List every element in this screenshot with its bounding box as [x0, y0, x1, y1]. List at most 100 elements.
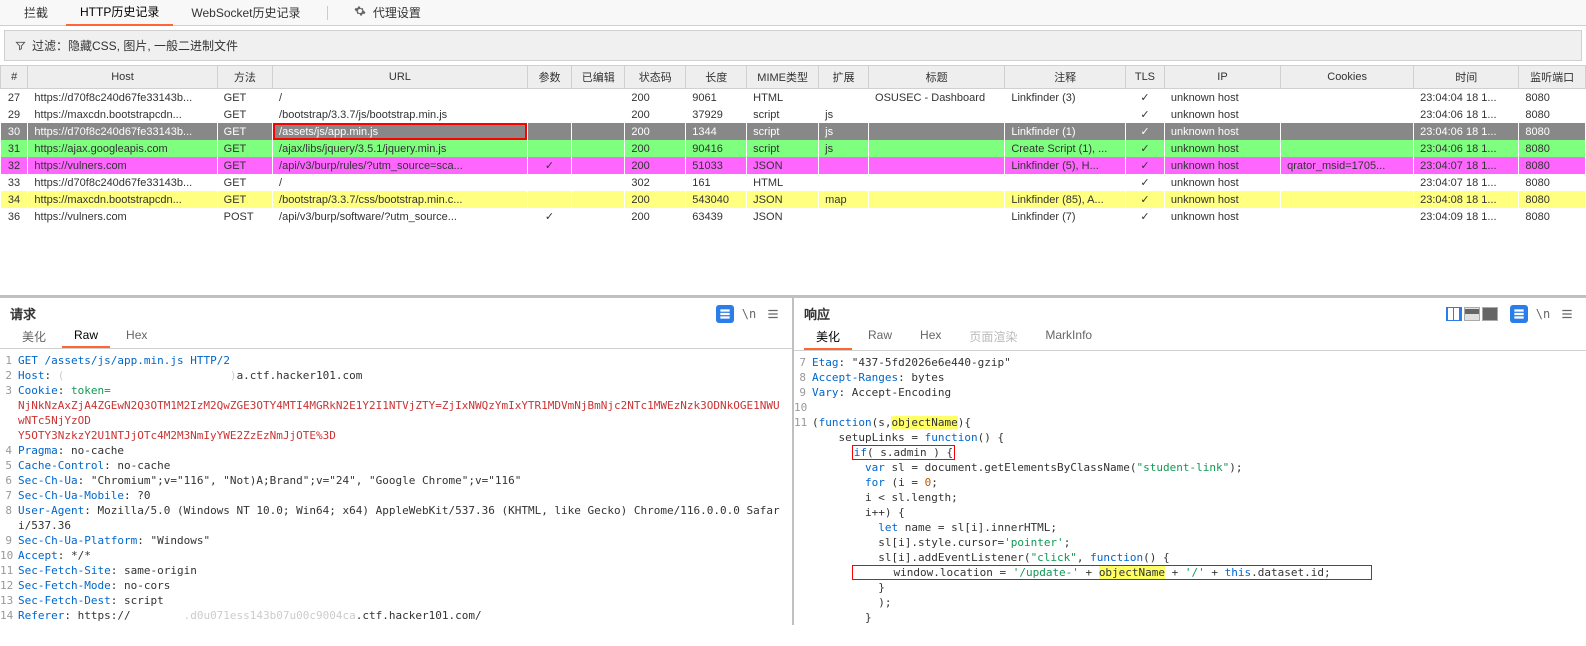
- line-number: [794, 550, 812, 565]
- cell-ip: unknown host: [1164, 89, 1280, 107]
- line-number: 5: [0, 458, 18, 473]
- line-number: [794, 430, 812, 445]
- line-text: setupLinks = function() {: [812, 430, 1586, 445]
- cell-url: /api/v3/burp/software/?utm_source...: [273, 208, 528, 225]
- cell-p: [527, 140, 571, 157]
- cell-note: [1005, 174, 1126, 191]
- line-number: 1: [0, 353, 18, 368]
- column-header[interactable]: IP: [1164, 66, 1280, 89]
- cell-e: [572, 191, 625, 208]
- column-header[interactable]: 参数: [527, 66, 571, 89]
- line-number: [794, 460, 812, 475]
- request-editor[interactable]: 1GET /assets/js/app.min.js HTTP/22Host: …: [0, 349, 792, 625]
- cell-note: Create Script (1), ...: [1005, 140, 1126, 157]
- cell-m: POST: [217, 208, 272, 225]
- line-text: Referer: https:// .d0u071ess143b07u00c90…: [18, 608, 792, 623]
- line-text: window.location = '/update-' + objectNam…: [812, 565, 1586, 580]
- column-header[interactable]: 注释: [1005, 66, 1126, 89]
- cell-n: 36: [1, 208, 28, 225]
- column-header[interactable]: Cookies: [1281, 66, 1414, 89]
- table-row[interactable]: 36https://vulners.comPOST/api/v3/burp/so…: [1, 208, 1586, 225]
- cell-time: 23:04:06 18 1...: [1414, 106, 1519, 123]
- request-tab-raw[interactable]: Raw: [62, 325, 110, 348]
- view-columns-icon[interactable]: [1446, 307, 1462, 321]
- cell-time: 23:04:06 18 1...: [1414, 140, 1519, 157]
- column-header[interactable]: 已编辑: [572, 66, 625, 89]
- response-action-icon[interactable]: [1510, 305, 1528, 323]
- cell-title: [869, 140, 1005, 157]
- line-number: 7: [794, 355, 812, 370]
- cell-len: 543040: [686, 191, 747, 208]
- line-text: User-Agent: Mozilla/5.0 (Windows NT 10.0…: [18, 503, 792, 533]
- cell-url: /: [273, 89, 528, 107]
- cell-n: 32: [1, 157, 28, 174]
- newline-icon[interactable]: \n: [1534, 305, 1552, 323]
- table-row[interactable]: 27https://d70f8c240d67fe33143b...GET/200…: [1, 89, 1586, 107]
- cell-ext: [819, 157, 869, 174]
- column-header[interactable]: TLS: [1126, 66, 1165, 89]
- tab-intercept[interactable]: 拦截: [10, 0, 62, 25]
- cell-sc: 200: [625, 191, 686, 208]
- column-header[interactable]: Host: [28, 66, 217, 89]
- response-tab-pretty[interactable]: 美化: [804, 325, 852, 350]
- response-tab-markinfo[interactable]: MarkInfo: [1033, 325, 1104, 350]
- cell-note: Linkfinder (5), H...: [1005, 157, 1126, 174]
- request-tab-hex[interactable]: Hex: [114, 325, 159, 348]
- table-row[interactable]: 29https://maxcdn.bootstrapcdn...GET/boot…: [1, 106, 1586, 123]
- table-row[interactable]: 31https://ajax.googleapis.comGET/ajax/li…: [1, 140, 1586, 157]
- column-header[interactable]: URL: [273, 66, 528, 89]
- cell-time: 23:04:06 18 1...: [1414, 123, 1519, 140]
- column-header[interactable]: 长度: [686, 66, 747, 89]
- cell-mime: script: [747, 123, 819, 140]
- response-hamburger-icon[interactable]: [1558, 305, 1576, 323]
- cell-m: GET: [217, 123, 272, 140]
- request-action-icon[interactable]: [716, 305, 734, 323]
- cell-note: Linkfinder (1): [1005, 123, 1126, 140]
- cell-host: https://d70f8c240d67fe33143b...: [28, 89, 217, 107]
- table-row[interactable]: 34https://maxcdn.bootstrapcdn...GET/boot…: [1, 191, 1586, 208]
- line-number: [794, 520, 812, 535]
- column-header[interactable]: 时间: [1414, 66, 1519, 89]
- line-text: GET /assets/js/app.min.js HTTP/2: [18, 353, 792, 368]
- tab-ws-history[interactable]: WebSocket历史记录: [177, 0, 314, 25]
- cell-ip: unknown host: [1164, 191, 1280, 208]
- column-header[interactable]: 状态码: [625, 66, 686, 89]
- cell-p: [527, 106, 571, 123]
- line-number: 2: [0, 368, 18, 383]
- response-tab-hex[interactable]: Hex: [908, 325, 953, 350]
- cell-mime: JSON: [747, 191, 819, 208]
- cell-len: 63439: [686, 208, 747, 225]
- tab-http-history[interactable]: HTTP历史记录: [66, 0, 173, 26]
- view-rows-icon[interactable]: [1464, 307, 1480, 321]
- cell-host: https://maxcdn.bootstrapcdn...: [28, 191, 217, 208]
- column-header[interactable]: #: [1, 66, 28, 89]
- view-toggle: [1446, 307, 1504, 321]
- cell-port: 8080: [1519, 123, 1586, 140]
- table-row[interactable]: 33https://d70f8c240d67fe33143b...GET/302…: [1, 174, 1586, 191]
- response-editor[interactable]: 7Etag: "437-5fd2026e6e440-gzip"8Accept-R…: [794, 351, 1586, 625]
- response-tab-raw[interactable]: Raw: [856, 325, 904, 350]
- response-tab-render[interactable]: 页面渲染: [957, 325, 1029, 350]
- newline-icon[interactable]: \n: [740, 305, 758, 323]
- line-text: Sec-Fetch-Site: same-origin: [18, 563, 792, 578]
- tab-proxy-settings[interactable]: 代理设置: [340, 0, 435, 25]
- request-hamburger-icon[interactable]: [764, 305, 782, 323]
- table-row[interactable]: 30https://d70f8c240d67fe33143b...GET/ass…: [1, 123, 1586, 140]
- column-header[interactable]: 方法: [217, 66, 272, 89]
- column-header[interactable]: 扩展: [819, 66, 869, 89]
- line-number: 10: [794, 400, 812, 415]
- cell-title: [869, 174, 1005, 191]
- line-text: NjNkNzAxZjA4ZGEwN2Q3OTM1M2IzM2QwZGE3OTY4…: [18, 398, 792, 428]
- column-header[interactable]: MIME类型: [747, 66, 819, 89]
- column-header[interactable]: 标题: [869, 66, 1005, 89]
- cell-n: 31: [1, 140, 28, 157]
- cell-note: Linkfinder (85), A...: [1005, 191, 1126, 208]
- response-title: 响应: [804, 304, 830, 323]
- column-header[interactable]: 监听端口: [1519, 66, 1586, 89]
- filter-bar[interactable]: 过滤：隐藏CSS, 图片, 一般二进制文件: [4, 30, 1582, 61]
- request-tab-pretty[interactable]: 美化: [10, 325, 58, 348]
- cell-e: [572, 140, 625, 157]
- view-single-icon[interactable]: [1482, 307, 1498, 321]
- table-row[interactable]: 32https://vulners.comGET/api/v3/burp/rul…: [1, 157, 1586, 174]
- line-text: Accept-Encoding: gzip, deflate: [18, 623, 792, 625]
